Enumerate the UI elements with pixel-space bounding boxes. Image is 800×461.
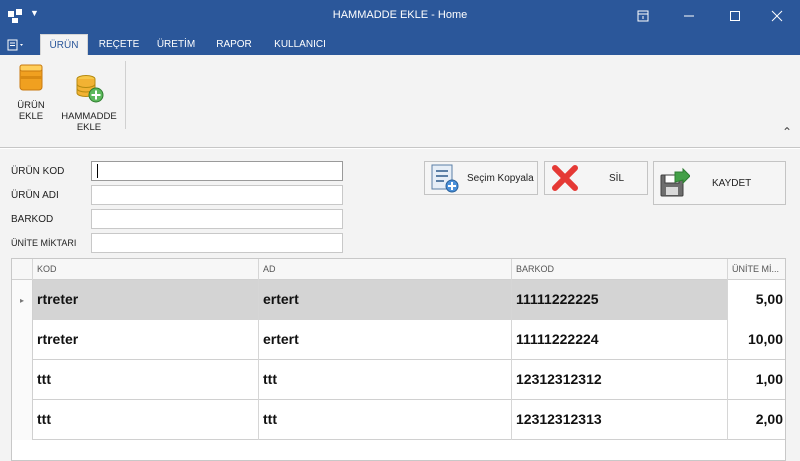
urun-adi-input[interactable] [91, 185, 343, 205]
secim-kopyala-label: Seçim Kopyala [467, 172, 534, 184]
barkod-input[interactable] [91, 209, 343, 229]
cell-barkod[interactable]: 12312312312 [512, 360, 728, 400]
barkod-label: BARKOD [11, 214, 54, 225]
column-header-barkod[interactable]: BARKOD [512, 259, 728, 280]
sil-button[interactable]: SİL [544, 161, 648, 195]
ribbon-collapse-icon[interactable]: ⌃ [782, 125, 792, 139]
save-icon [660, 167, 690, 197]
cell-barkod[interactable]: 12312312313 [512, 400, 728, 440]
cell-unite-miktari[interactable]: 2,00 [728, 400, 785, 440]
grid-header: KOD AD BARKOD ÜNİTE Mİ... [12, 259, 785, 280]
sil-label: SİL [609, 172, 625, 184]
kaydet-button[interactable]: KAYDET [653, 161, 786, 205]
column-header-ad[interactable]: AD [259, 259, 512, 280]
tab-rapor[interactable]: RAPOR [208, 34, 260, 55]
box-icon [19, 64, 43, 91]
urun-ekle-label: ÜRÜN EKLE [17, 100, 45, 122]
tab-recete[interactable]: REÇETE [92, 34, 146, 55]
ribbon-panel: ÜRÜN EKLE HAMMADDE EKLE ⌃ [0, 55, 800, 148]
unite-miktari-input[interactable] [91, 233, 343, 253]
close-icon [771, 10, 783, 22]
close-button[interactable] [754, 0, 800, 32]
grid-header-indicator [12, 259, 33, 280]
application-menu-button[interactable] [2, 34, 32, 55]
minimize-icon [684, 15, 694, 17]
tab-urun[interactable]: ÜRÜN [40, 34, 88, 55]
tab-kullanici[interactable]: KULLANICI [266, 34, 334, 55]
cell-ad[interactable]: ttt [259, 360, 512, 400]
cell-kod[interactable]: ttt [33, 400, 259, 440]
secim-kopyala-button[interactable]: Seçim Kopyala [424, 161, 538, 195]
cell-ad[interactable]: ttt [259, 400, 512, 440]
hammadde-ekle-label: HAMMADDE EKLE [61, 111, 117, 133]
cell-unite-miktari[interactable]: 5,00 [728, 280, 785, 320]
ribbon-group-separator [125, 61, 126, 129]
ribbon-display-icon [637, 10, 649, 22]
application-menu-icon [7, 39, 23, 50]
ribbon-display-button[interactable] [620, 0, 666, 32]
cell-barkod[interactable]: 11111222225 [512, 280, 728, 320]
row-indicator [12, 360, 33, 400]
row-indicator [12, 320, 33, 360]
ribbon-tab-bar: ÜRÜN REÇETE ÜRETİM RAPOR KULLANICI [0, 32, 800, 55]
cell-kod[interactable]: ttt [33, 360, 259, 400]
cell-kod[interactable]: rtreter [33, 320, 259, 360]
cell-kod[interactable]: rtreter [33, 280, 259, 320]
hammadde-ekle-button[interactable]: HAMMADDE EKLE [58, 61, 120, 144]
cell-ad[interactable]: ertert [259, 280, 512, 320]
urun-ekle-button[interactable]: ÜRÜN EKLE [4, 61, 58, 122]
maximize-button[interactable] [712, 0, 758, 32]
table-row[interactable]: ttt ttt 12312312313 2,00 [12, 400, 785, 440]
cell-barkod[interactable]: 11111222224 [512, 320, 728, 360]
tab-uretim[interactable]: ÜRETİM [150, 34, 202, 55]
cell-ad[interactable]: ertert [259, 320, 512, 360]
title-bar: ▼ HAMMADDE EKLE - Home [0, 0, 800, 32]
table-row[interactable]: ▸ rtreter ertert 11111222225 5,00 [12, 280, 785, 320]
product-grid[interactable]: KOD AD BARKOD ÜNİTE Mİ... ▸ rtreter erte… [11, 258, 786, 461]
urun-adi-label: ÜRÜN ADI [11, 190, 59, 201]
cell-unite-miktari[interactable]: 1,00 [728, 360, 785, 400]
text-caret [97, 164, 98, 178]
copy-selection-icon [431, 164, 459, 193]
minimize-button[interactable] [666, 0, 712, 32]
database-add-icon [76, 75, 104, 103]
urun-kod-input[interactable] [91, 161, 343, 181]
column-header-unite-miktari[interactable]: ÜNİTE Mİ... [728, 259, 785, 280]
row-indicator-icon: ▸ [12, 280, 33, 320]
maximize-icon [730, 11, 740, 21]
delete-x-icon [552, 165, 578, 191]
kaydet-label: KAYDET [712, 177, 752, 189]
table-row[interactable]: rtreter ertert 11111222224 10,00 [12, 320, 785, 360]
column-header-kod[interactable]: KOD [33, 259, 259, 280]
unite-miktari-label: ÜNİTE MİKTARI [11, 238, 77, 248]
cell-unite-miktari[interactable]: 10,00 [728, 320, 785, 360]
row-indicator [12, 400, 33, 440]
table-row[interactable]: ttt ttt 12312312312 1,00 [12, 360, 785, 400]
urun-kod-label: ÜRÜN KOD [11, 166, 65, 177]
